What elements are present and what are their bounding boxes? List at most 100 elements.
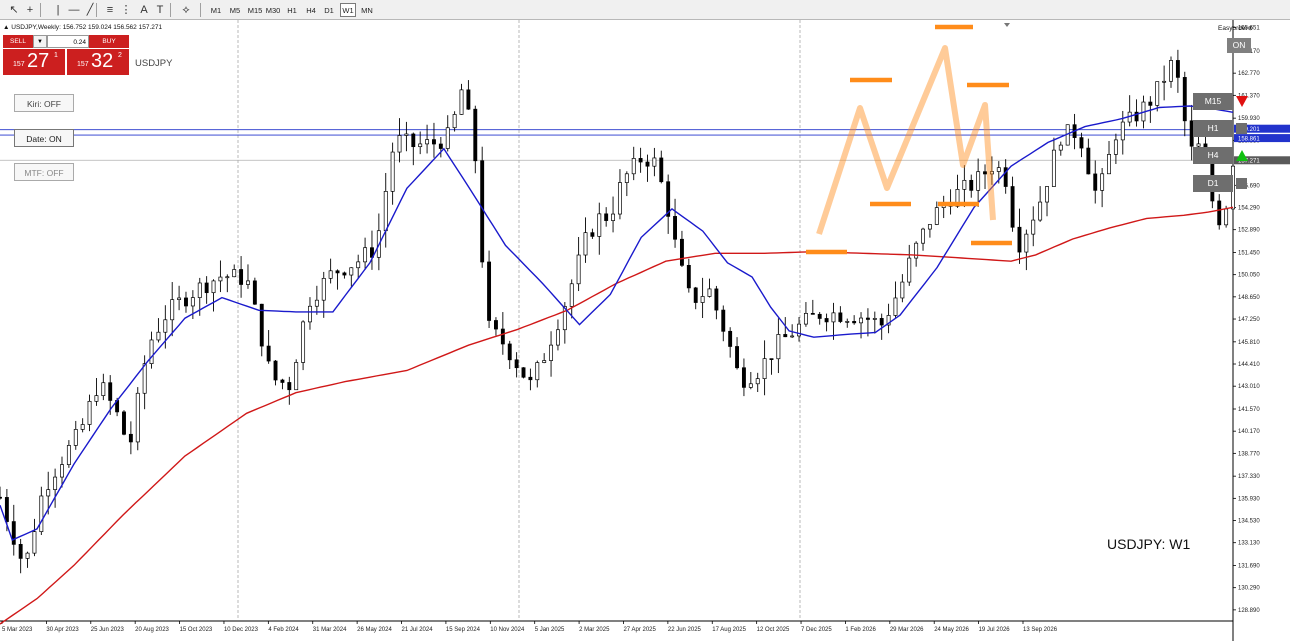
candle-body: [1086, 147, 1091, 175]
buy-price-button[interactable]: 157 32 2: [67, 48, 129, 75]
chart-caption: USDJPY: W1: [1107, 536, 1191, 552]
shapes-icon[interactable]: ⟡: [178, 2, 194, 18]
candle-body: [0, 496, 2, 499]
timeframe-m30[interactable]: M30: [264, 3, 282, 17]
candle-body: [638, 158, 643, 163]
mtf-toggle-button[interactable]: MTF: OFF: [14, 163, 74, 181]
cursor-icon[interactable]: ↖: [6, 2, 22, 18]
candle-body: [197, 282, 202, 298]
slow-moving-average-line: [0, 206, 1234, 625]
timeframe-m15[interactable]: M15: [246, 3, 264, 17]
upper2-price-marker-text: 158.861: [1238, 136, 1260, 142]
candle-body: [872, 318, 877, 320]
sell-button[interactable]: SELL: [3, 35, 33, 48]
time-tick-label: 10 Nov 2024: [490, 627, 525, 633]
timeframe-m5[interactable]: M5: [226, 3, 244, 17]
timeframe-m1[interactable]: M1: [207, 3, 225, 17]
down-arrow-icon: [1236, 96, 1248, 107]
candle-body: [1155, 81, 1160, 106]
price-tick-label: 133.130: [1238, 541, 1260, 547]
fibonacci-icon[interactable]: ⋮: [118, 2, 134, 18]
horizontal-line-icon[interactable]: —: [66, 2, 82, 18]
sell-price-button[interactable]: 157 27 1: [3, 48, 65, 75]
candle-body: [397, 135, 402, 153]
mtf-d1-box: D1: [1193, 175, 1233, 192]
lot-dropdown-icon[interactable]: ▼: [33, 35, 47, 48]
candle-body: [163, 319, 168, 333]
timeframe-mn[interactable]: MN: [358, 3, 376, 17]
candle-body: [287, 382, 292, 391]
time-tick-label: 31 Mar 2024: [313, 627, 347, 633]
time-tick-label: 12 Oct 2025: [757, 627, 790, 633]
timeframe-h1[interactable]: H1: [283, 3, 301, 17]
text-icon[interactable]: A: [136, 2, 152, 18]
candle-body: [80, 424, 85, 430]
candle-body: [122, 411, 126, 435]
time-tick-label: 1 Feb 2026: [845, 627, 876, 633]
candle-body: [252, 280, 257, 305]
timeframe-d1[interactable]: D1: [320, 3, 338, 17]
candle-body: [934, 207, 939, 225]
candle-body: [1024, 233, 1029, 253]
candle-body: [549, 344, 554, 361]
candle-body: [445, 127, 450, 149]
candle-body: [817, 313, 822, 319]
candle-body: [1217, 200, 1222, 226]
timeframe-w1[interactable]: W1: [340, 3, 356, 17]
price-tick-label: 154.290: [1238, 205, 1260, 211]
candle-body: [624, 173, 629, 183]
candle-body: [611, 213, 616, 221]
label-icon[interactable]: T: [152, 2, 168, 18]
time-tick-label: 27 Apr 2025: [623, 627, 656, 633]
candle-body: [438, 143, 443, 149]
candle-body: [893, 297, 898, 316]
kiri-toggle-button[interactable]: Kiri: OFF: [14, 94, 74, 112]
candle-body: [1148, 101, 1153, 106]
price-tick-label: 141.570: [1238, 407, 1260, 413]
candle-body: [852, 321, 857, 324]
symbol-caret-icon: ▲: [3, 24, 12, 31]
candle-body: [996, 167, 1001, 172]
candle-body: [32, 531, 37, 554]
one-click-trade-panel: SELL ▼ 0.24 BUY 157 27 1 157 32 2: [3, 35, 129, 75]
candle-body: [190, 297, 195, 307]
candle-body: [921, 228, 925, 244]
time-tick-label: 19 Jul 2026: [979, 627, 1011, 633]
date-toggle-button[interactable]: Date: ON: [14, 129, 74, 147]
time-tick-label: 7 Dec 2025: [801, 627, 832, 633]
candle-body: [783, 334, 788, 338]
price-tick-label: 159.930: [1238, 116, 1260, 122]
candle-body: [204, 282, 209, 294]
candle-body: [383, 191, 388, 232]
vertical-line-icon[interactable]: |: [50, 2, 66, 18]
candle-body: [66, 445, 71, 465]
lot-size-input[interactable]: 0.24: [47, 35, 89, 48]
candle-body: [280, 379, 285, 383]
close-icon[interactable]: ⊗: [1248, 25, 1253, 32]
candle-body: [94, 395, 99, 402]
crosshair-icon[interactable]: +: [22, 2, 38, 18]
candle-body: [803, 312, 808, 325]
buy-button[interactable]: BUY: [89, 35, 129, 48]
channel-icon[interactable]: ≡: [102, 2, 118, 18]
candle-body: [321, 277, 326, 301]
candle-body: [500, 328, 505, 345]
candle-body: [1182, 77, 1187, 122]
easyorder-on-button[interactable]: ON: [1227, 38, 1251, 53]
candle-body: [4, 497, 9, 522]
price-tick-label: 138.770: [1238, 451, 1260, 457]
candle-body: [432, 139, 436, 145]
candle-body: [487, 261, 492, 321]
candle-body: [721, 309, 726, 332]
candle-body: [142, 363, 147, 394]
candle-body: [741, 367, 746, 388]
candle-body: [11, 521, 16, 545]
price-chart[interactable]: 165.651164.170162.770161.370159.930158.5…: [0, 20, 1290, 641]
candle-body: [776, 334, 781, 360]
mtf-m15-box: M15: [1193, 93, 1233, 110]
timeframe-h4[interactable]: H4: [302, 3, 320, 17]
sell-price-prefix: 157: [13, 61, 25, 68]
candle-body: [466, 89, 471, 110]
chart-area[interactable]: 165.651164.170162.770161.370159.930158.5…: [0, 20, 1290, 641]
price-tick-label: 130.290: [1238, 586, 1260, 592]
